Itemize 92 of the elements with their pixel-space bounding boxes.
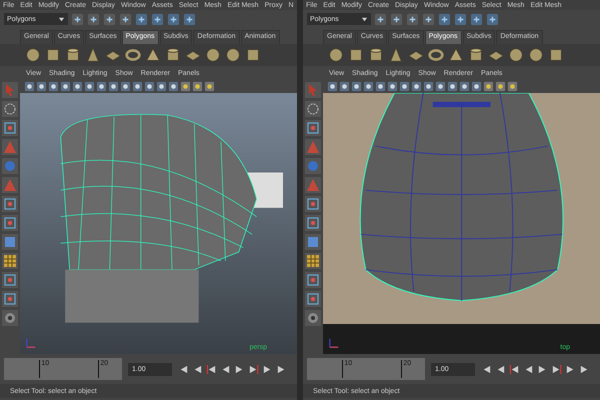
go-to-end-button[interactable] [579, 364, 590, 374]
next-key-button[interactable] [551, 364, 562, 374]
viewport-toolbar-icon[interactable] [447, 80, 458, 92]
toolbar-icon[interactable] [167, 12, 180, 26]
viewport-toolbar-icon[interactable] [363, 80, 374, 92]
grid-tool-icon[interactable] [305, 253, 321, 269]
caret-icon [58, 16, 65, 22]
viewport-toolbar-icon[interactable] [339, 80, 350, 92]
toolbar-icon[interactable] [390, 12, 403, 26]
cube-icon[interactable] [244, 46, 262, 64]
toolbar-icon[interactable] [183, 12, 196, 26]
toolbar-icon[interactable] [486, 12, 499, 26]
viewport-toolbar-icon[interactable] [180, 80, 191, 92]
grid-tool-icon[interactable] [2, 253, 18, 269]
toolbar-icon[interactable] [103, 12, 116, 26]
play-backward-button[interactable] [523, 364, 534, 374]
cone-icon[interactable] [84, 46, 102, 64]
viewport-toolbar-icon[interactable] [36, 80, 47, 92]
step-back-button[interactable] [192, 364, 203, 374]
cylinder-icon[interactable] [467, 46, 485, 64]
sphere-icon[interactable] [327, 46, 345, 64]
viewport-toolbar-icon[interactable] [60, 80, 71, 92]
play-forward-button[interactable] [537, 364, 548, 374]
toolbar-icon[interactable] [87, 12, 100, 26]
play-backward-button[interactable] [220, 364, 231, 374]
sphere-icon[interactable] [527, 46, 545, 64]
toolbar-icon[interactable] [71, 12, 84, 26]
viewport-toolbar-icon[interactable] [327, 80, 338, 92]
sphere-icon[interactable] [204, 46, 222, 64]
lasso-tool-icon[interactable] [2, 101, 18, 117]
viewport-toolbar-icon[interactable] [72, 80, 83, 92]
prev-key-button[interactable] [206, 364, 217, 374]
viewport-toolbar-icon[interactable] [399, 80, 410, 92]
step-back-button[interactable] [495, 364, 506, 374]
prev-key-button[interactable] [509, 364, 520, 374]
pyramid-icon[interactable] [144, 46, 162, 64]
play-forward-button[interactable] [234, 364, 245, 374]
lasso-tool-icon[interactable] [305, 101, 321, 117]
toolbar-icon[interactable] [374, 12, 387, 26]
viewport-toolbar-icon[interactable] [144, 80, 155, 92]
axis-indicator-icon [327, 336, 341, 350]
toolbar-icon[interactable] [135, 12, 148, 26]
go-to-start-button[interactable] [178, 364, 189, 374]
torus-icon[interactable] [124, 46, 142, 64]
caret-icon [361, 16, 368, 22]
viewport-toolbar-icon[interactable] [204, 80, 215, 92]
viewport-toolbar-icon[interactable] [375, 80, 386, 92]
viewport-toolbar-icon[interactable] [192, 80, 203, 92]
viewport-toolbar-icon[interactable] [168, 80, 179, 92]
cylinder-icon[interactable] [64, 46, 82, 64]
torus-icon[interactable] [427, 46, 445, 64]
viewport-toolbar-icon[interactable] [351, 80, 362, 92]
viewport-toolbar-icon[interactable] [84, 80, 95, 92]
viewport-toolbar-icon[interactable] [132, 80, 143, 92]
viewport-toolbar-icon[interactable] [483, 80, 494, 92]
go-to-start-button[interactable] [481, 364, 492, 374]
toolbar-icon[interactable] [438, 12, 451, 26]
sphere-icon[interactable] [507, 46, 525, 64]
cube-icon[interactable] [347, 46, 365, 64]
pyramid-icon[interactable] [447, 46, 465, 64]
viewport-toolbar-icon[interactable] [459, 80, 470, 92]
viewport-toolbar-icon[interactable] [471, 80, 482, 92]
viewport-toolbar-icon[interactable] [387, 80, 398, 92]
axis-indicator-icon [24, 336, 38, 350]
toolbar-icon[interactable] [454, 12, 467, 26]
cylinder-icon[interactable] [164, 46, 182, 64]
cylinder-icon[interactable] [367, 46, 385, 64]
viewport-toolbar-icon[interactable] [24, 80, 35, 92]
viewport-toolbar-icon[interactable] [156, 80, 167, 92]
cube-icon[interactable] [547, 46, 565, 64]
sphere-icon[interactable] [24, 46, 42, 64]
cube-icon[interactable] [44, 46, 62, 64]
go-to-end-button[interactable] [276, 364, 287, 374]
toolbar-icon[interactable] [470, 12, 483, 26]
cone-icon[interactable] [387, 46, 405, 64]
sphere-icon[interactable] [224, 46, 242, 64]
viewport-toolbar-icon[interactable] [108, 80, 119, 92]
viewport-toolbar-icon[interactable] [96, 80, 107, 92]
viewport-toolbar-icon[interactable] [120, 80, 131, 92]
viewport-toolbar-icon[interactable] [48, 80, 59, 92]
step-forward-button[interactable] [565, 364, 576, 374]
viewport-toolbar-icon[interactable] [495, 80, 506, 92]
next-key-button[interactable] [248, 364, 259, 374]
viewport-toolbar-icon[interactable] [411, 80, 422, 92]
viewport-toolbar-icon[interactable] [507, 80, 518, 92]
toolbar-icon[interactable] [422, 12, 435, 26]
toolbar-icon[interactable] [406, 12, 419, 26]
step-forward-button[interactable] [262, 364, 273, 374]
viewport-toolbar-icon[interactable] [423, 80, 434, 92]
toolbar-icon[interactable] [119, 12, 132, 26]
toolbar-icon[interactable] [151, 12, 164, 26]
viewport-toolbar-icon[interactable] [435, 80, 446, 92]
